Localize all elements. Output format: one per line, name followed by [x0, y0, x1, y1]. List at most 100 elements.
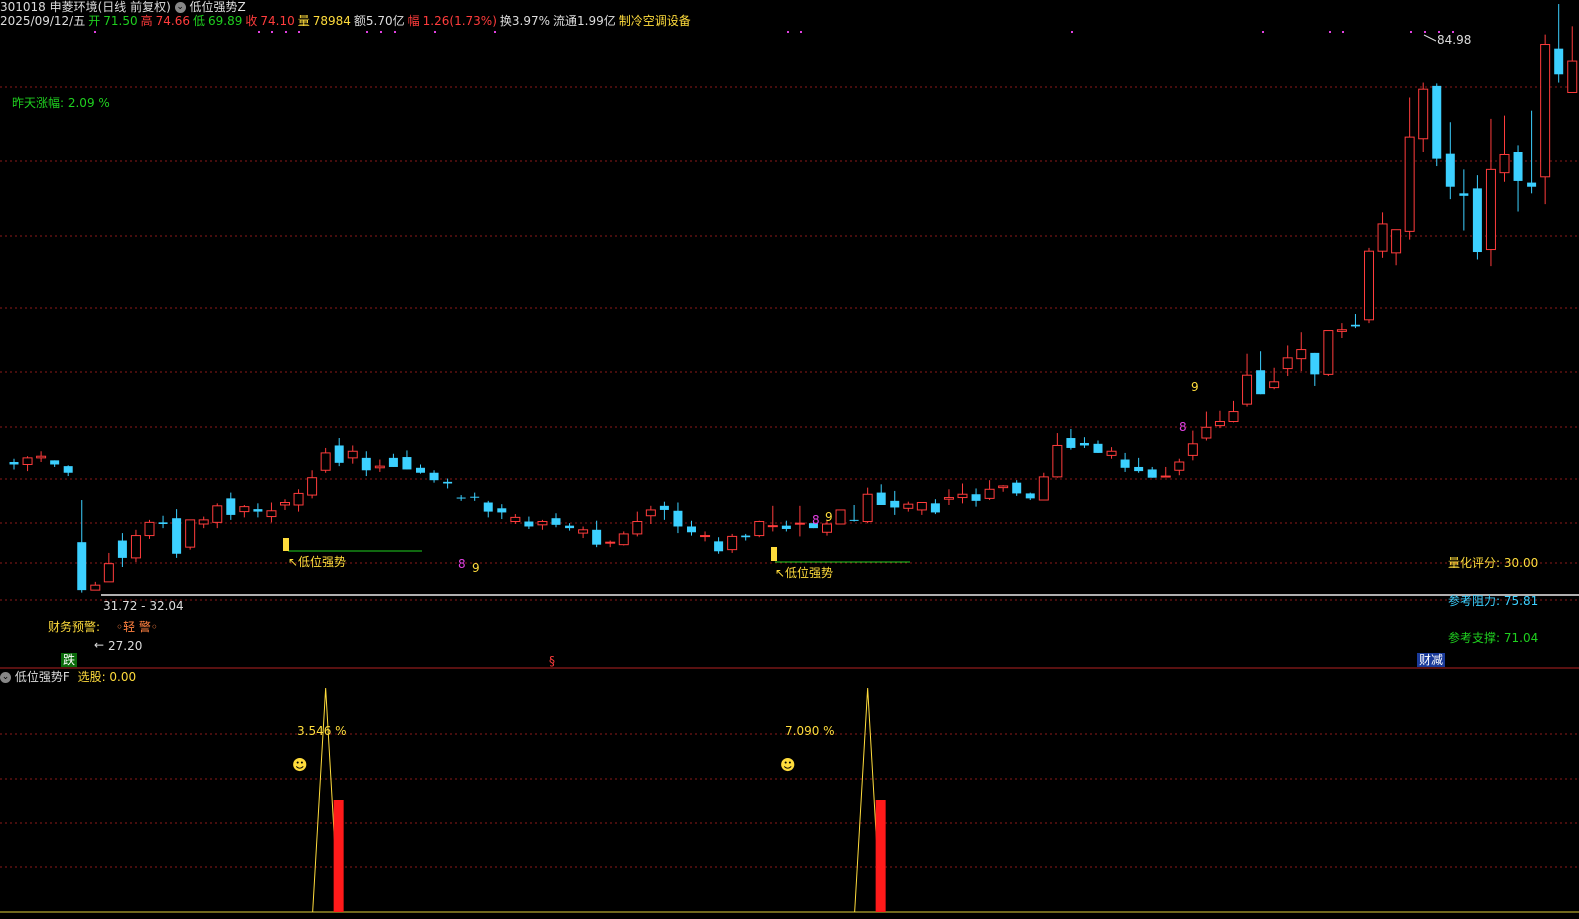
support-level: 参考支撑: 71.04 [1448, 631, 1539, 645]
candle-body-up [1485, 168, 1496, 251]
candle-body-down [388, 457, 398, 467]
candle-body-down [361, 457, 371, 471]
candle-body-up [727, 535, 738, 551]
top-dot [1329, 31, 1331, 33]
candle-body-down [1025, 493, 1035, 499]
resistance-level: 参考阻力: 75.81 [1448, 594, 1539, 608]
candle-body-down [1079, 442, 1089, 446]
candle-body-up [198, 519, 209, 525]
candles-layer[interactable] [9, 4, 1579, 593]
candle-body-up [943, 497, 954, 500]
top-dot [1071, 31, 1073, 33]
top-dot [285, 31, 287, 33]
candle-body-down [1256, 370, 1266, 395]
candle-body-down [416, 467, 425, 473]
candle-body-down [1134, 466, 1144, 472]
indicator-main-title[interactable]: 低位强势Z [189, 0, 245, 14]
candle-body-up [1391, 229, 1402, 254]
candle-body-up [578, 529, 589, 534]
candle-body-down [1012, 482, 1022, 494]
count-label: 8 [812, 513, 820, 527]
candle-body-up [212, 505, 223, 523]
candle-body-up [1174, 461, 1185, 471]
candle-body-up [984, 488, 995, 499]
candle-body-up [537, 521, 548, 526]
candle-body-up [1052, 444, 1063, 478]
chevron-down-icon[interactable]: ⌄ [0, 672, 11, 683]
top-dot [298, 31, 300, 33]
fall-badge[interactable]: 跌 [61, 653, 78, 667]
candle-body-down [443, 481, 453, 484]
candle-body-down [50, 460, 60, 465]
candle-body-up [1540, 44, 1551, 178]
candle-body-up [1269, 381, 1280, 389]
count-label: 8 [458, 557, 466, 571]
candle-body-up [794, 522, 805, 525]
top-dot [1342, 31, 1344, 33]
candle-body-up [374, 465, 385, 469]
top-dot [366, 31, 368, 33]
turnover-value: 换3.97% [499, 14, 550, 28]
candle-body-up [645, 509, 656, 517]
candle-body-down [592, 529, 602, 545]
candle-body-down [1445, 153, 1455, 187]
smiley-icon: ☻ [780, 756, 796, 774]
top-dot [1410, 31, 1412, 33]
top-dot [1424, 31, 1426, 33]
candle-body-up [835, 509, 846, 525]
finance-warn-value: ◦轻 警◦ [116, 620, 158, 634]
candle-body-up [1187, 443, 1198, 456]
sub-panel-layer [312, 687, 886, 913]
top-dot [380, 31, 382, 33]
candle-body-down [714, 541, 724, 552]
grid-lines [0, 86, 1579, 868]
symbol-title[interactable]: 301018 申菱环境(日线 前复权) [0, 0, 171, 14]
arrow-left-icon: ← [94, 638, 105, 652]
top-dot [494, 31, 496, 33]
candle-body-up [90, 584, 101, 591]
top-dot [271, 31, 273, 33]
candle-body-down [1527, 182, 1537, 187]
range-label: 31.72 - 32.04 [103, 599, 184, 613]
yesterday-change: 昨天涨幅: 2.09 % [12, 96, 110, 110]
candle-body-up [1228, 411, 1239, 422]
candle-body-up [239, 506, 250, 513]
candle-body-down [63, 466, 73, 473]
candle-body-down [1147, 469, 1157, 478]
candle-body-down [77, 542, 87, 591]
candle-body-up [1214, 420, 1225, 427]
candle-body-down [158, 522, 168, 524]
candle-body-up [130, 535, 141, 559]
candle-body-down [741, 535, 751, 538]
chevron-down-icon[interactable]: ⌄ [174, 2, 186, 13]
candle-body-down [1066, 438, 1076, 448]
peak-bar [875, 800, 886, 912]
finance-cut-badge[interactable]: 财减 [1417, 653, 1446, 667]
candle-body-up [700, 535, 711, 538]
change-value: 1.26(1.73%) [422, 14, 497, 28]
candle-body-down [1513, 152, 1523, 181]
open-label: 开 [88, 14, 101, 28]
candle-body-up [1404, 136, 1415, 232]
top-dot [258, 31, 260, 33]
candle-body-up [903, 503, 914, 509]
high-pointer [1423, 34, 1437, 42]
sub-indicator-title[interactable]: 低位强势F [15, 670, 70, 684]
candle-body-up [605, 541, 616, 544]
candle-body-down [172, 518, 182, 554]
candle-body-down [456, 497, 466, 499]
signal-2-marker [771, 547, 777, 561]
top-dot [394, 31, 396, 33]
candle-body-up [1364, 250, 1374, 321]
candle-body-up [1242, 374, 1253, 405]
candle-body-down [483, 502, 493, 512]
candle-body-up [307, 477, 318, 496]
candle-body-up [1106, 450, 1117, 456]
candle-body-down [1093, 443, 1103, 453]
section-mark[interactable]: § [549, 654, 555, 668]
industry-label[interactable]: 制冷空调设备 [619, 14, 691, 28]
candle-body-up [957, 493, 968, 499]
signal-1-marker [283, 538, 289, 551]
candlestick-chart[interactable] [0, 0, 1579, 919]
candle-body-down [781, 525, 791, 529]
